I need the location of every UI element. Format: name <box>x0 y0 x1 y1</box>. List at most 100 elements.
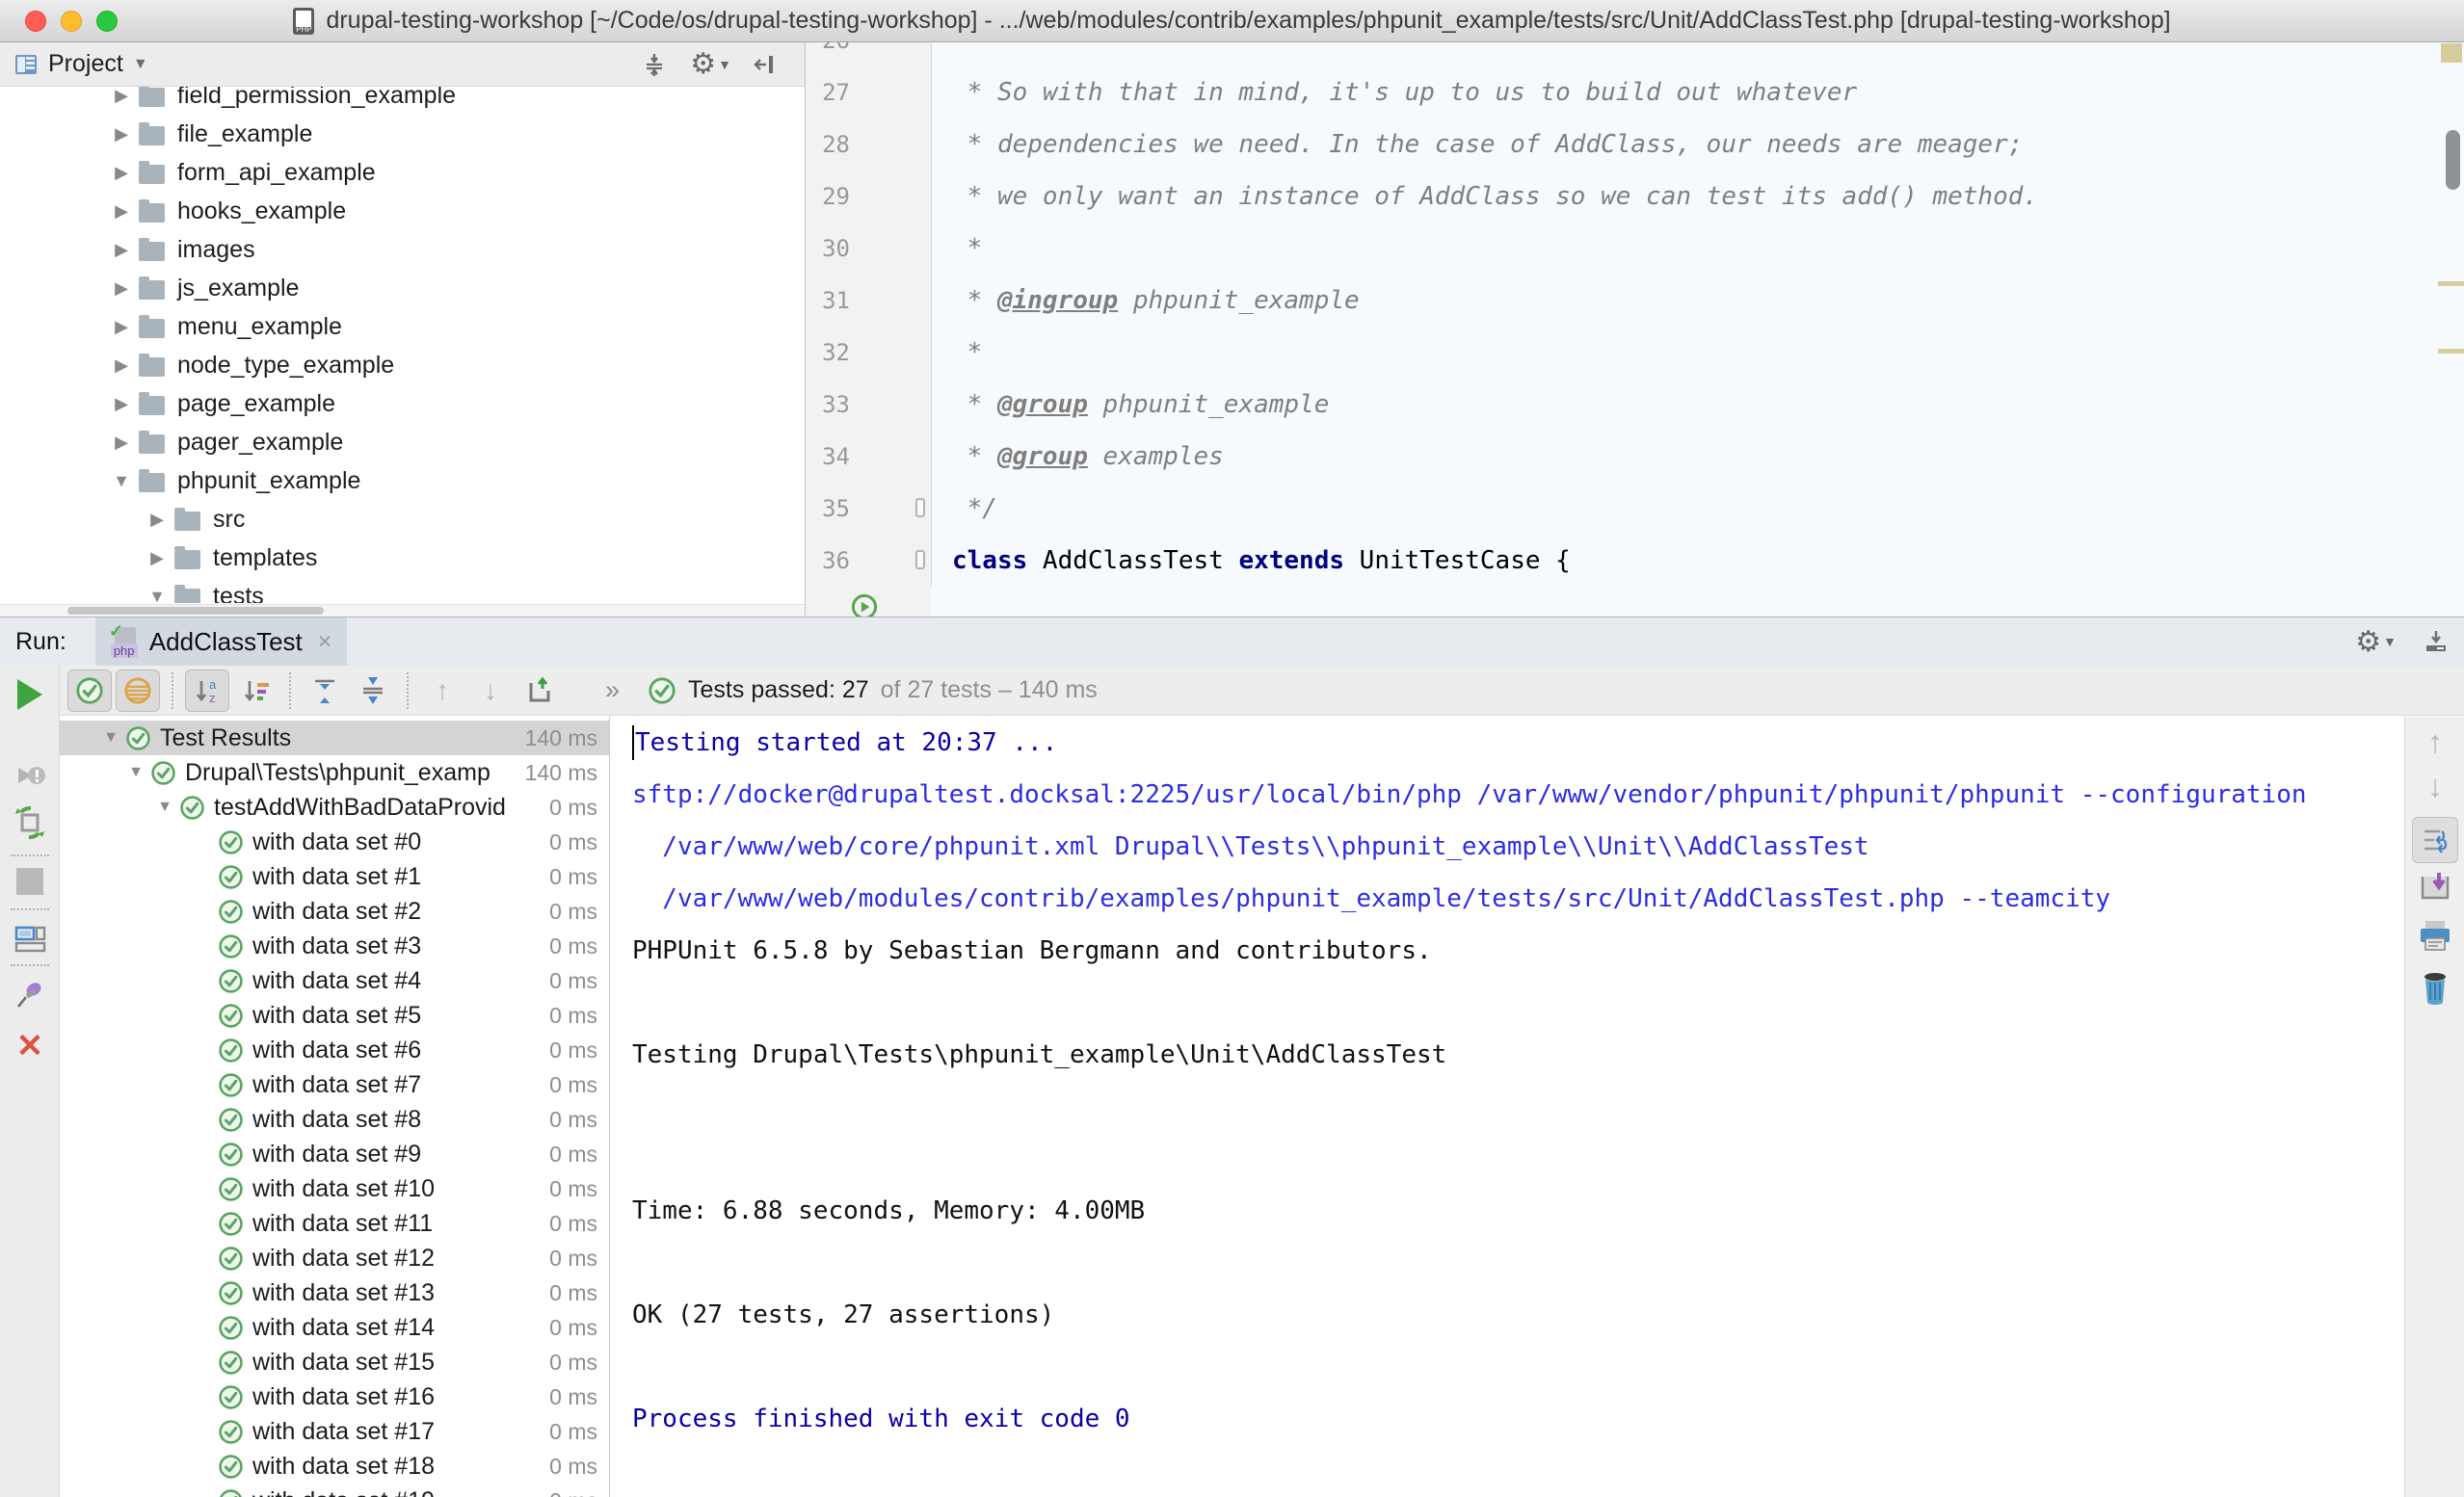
test-tree-row-with-data-set-16[interactable]: with data set #160 ms <box>60 1379 609 1414</box>
rerun-play-icon[interactable] <box>17 679 42 710</box>
collapse-all-button[interactable] <box>351 670 395 712</box>
chevron-right-icon[interactable]: ▶ <box>104 394 139 414</box>
editor-line-30[interactable]: 30 * <box>806 223 2464 275</box>
editor-line-29[interactable]: 29 * we only want an instance of AddClas… <box>806 171 2464 223</box>
project-tree-item-page-example[interactable]: ▶page_example <box>0 384 799 423</box>
run-test-gutter-icon[interactable] <box>850 592 879 617</box>
test-tree-row-with-data-set-11[interactable]: with data set #110 ms <box>60 1206 609 1241</box>
editor-line-32[interactable]: 32 * <box>806 327 2464 379</box>
close-icon[interactable]: ✕ <box>16 1030 44 1063</box>
hide-panel-icon[interactable] <box>753 50 782 79</box>
expand-all-button[interactable] <box>303 670 347 712</box>
previous-occurrence-button[interactable]: ↑ <box>420 670 464 712</box>
stop-icon[interactable] <box>16 868 43 895</box>
rerun-failed-tests-icon[interactable] <box>13 758 47 793</box>
project-tree-item-menu-example[interactable]: ▶menu_example <box>0 307 799 346</box>
chevron-right-icon[interactable]: ▶ <box>104 317 139 337</box>
test-tree-row-with-data-set-0[interactable]: with data set #00 ms <box>60 825 609 859</box>
warning-stripe-marker[interactable] <box>2441 43 2462 63</box>
project-tree-item-form-api-example[interactable]: ▶form_api_example <box>0 153 799 192</box>
test-tree-row-with-data-set-6[interactable]: with data set #60 ms <box>60 1033 609 1067</box>
test-tree-row-with-data-set-18[interactable]: with data set #180 ms <box>60 1449 609 1484</box>
down-stack-icon[interactable]: ↓ <box>2427 769 2443 804</box>
minimize-window-button[interactable] <box>61 11 82 32</box>
code-editor[interactable]: 2627 * So with that in mind, it's up to … <box>806 42 2464 617</box>
show-passed-toggle[interactable] <box>67 670 112 712</box>
soft-wrap-toggle[interactable] <box>2412 817 2458 863</box>
editor-line-34[interactable]: 34 * @group examples <box>806 431 2464 483</box>
sort-alphabetically-toggle[interactable]: a z <box>185 670 229 712</box>
project-tree-item-pager-example[interactable]: ▶pager_example <box>0 423 799 461</box>
chevron-down-icon[interactable]: ▼ <box>121 764 150 781</box>
chevron-right-icon[interactable]: ▶ <box>104 355 139 376</box>
import-export-results-button[interactable] <box>517 670 561 712</box>
test-tree-row-with-data-set-12[interactable]: with data set #120 ms <box>60 1241 609 1275</box>
test-tree-row-test-results[interactable]: ▼ Test Results140 ms <box>60 721 609 755</box>
chevron-right-icon[interactable]: ▶ <box>104 163 139 183</box>
test-tree-row-drupal-tests-phpunit-examp[interactable]: ▼ Drupal\Tests\phpunit_examp140 ms <box>60 755 609 790</box>
next-occurrence-button[interactable]: ↓ <box>468 670 513 712</box>
chevron-right-icon[interactable]: ▶ <box>104 87 139 106</box>
close-window-button[interactable] <box>25 11 46 32</box>
test-tree-row-with-data-set-4[interactable]: with data set #40 ms <box>60 963 609 998</box>
test-tree-row-with-data-set-10[interactable]: with data set #100 ms <box>60 1171 609 1206</box>
dock-pinned-icon[interactable] <box>2422 627 2451 656</box>
test-tree-row-with-data-set-3[interactable]: with data set #30 ms <box>60 929 609 963</box>
sort-by-duration-toggle[interactable] <box>233 670 278 712</box>
warning-stripe-marker[interactable] <box>2438 349 2464 354</box>
pin-tab-icon[interactable] <box>13 978 47 1012</box>
test-tree-row-with-data-set-15[interactable]: with data set #150 ms <box>60 1345 609 1379</box>
editor-line-27[interactable]: 27 * So with that in mind, it's up to us… <box>806 66 2464 118</box>
chevron-right-icon[interactable]: ▶ <box>104 240 139 260</box>
chevron-right-icon[interactable]: ▶ <box>104 278 139 299</box>
test-tree-row-with-data-set-7[interactable]: with data set #70 ms <box>60 1067 609 1102</box>
chevron-down-icon[interactable]: ▼ <box>104 471 139 491</box>
overflow-chevrons-icon[interactable]: » <box>605 675 623 705</box>
test-tree-row-with-data-set-17[interactable]: with data set #170 ms <box>60 1414 609 1449</box>
project-tree-item-js-example[interactable]: ▶js_example <box>0 269 799 307</box>
test-tree-row-with-data-set-14[interactable]: with data set #140 ms <box>60 1310 609 1345</box>
collapse-all-icon[interactable] <box>640 50 669 79</box>
test-tree-row-with-data-set-5[interactable]: with data set #50 ms <box>60 998 609 1033</box>
test-tree-row-with-data-set-13[interactable]: with data set #130 ms <box>60 1275 609 1310</box>
project-settings-group[interactable]: ⚙ ▼ <box>690 47 731 81</box>
chevron-right-icon[interactable]: ▶ <box>140 548 174 568</box>
restore-layout-icon[interactable] <box>13 922 47 957</box>
chevron-down-icon[interactable]: ▼ <box>96 729 125 747</box>
project-panel-title[interactable]: Project <box>48 50 123 78</box>
project-tree-item-hooks-example[interactable]: ▶hooks_example <box>0 192 799 230</box>
project-horizontal-scrollbar[interactable] <box>0 604 805 617</box>
editor-line-35[interactable]: 35 */ <box>806 483 2464 535</box>
close-tab-icon[interactable]: × <box>318 628 332 656</box>
project-tree-item-node-type-example[interactable]: ▶node_type_example <box>0 346 799 384</box>
run-tab-addclasstest[interactable]: ✓ php AddClassTest × <box>95 617 348 666</box>
test-tree-row-with-data-set-1[interactable]: with data set #10 ms <box>60 859 609 894</box>
test-tree-row-with-data-set-8[interactable]: with data set #80 ms <box>60 1102 609 1137</box>
test-tree-row-with-data-set-2[interactable]: with data set #20 ms <box>60 894 609 929</box>
up-stack-icon[interactable]: ↑ <box>2427 724 2443 760</box>
project-tree-item-templates[interactable]: ▶templates <box>0 538 799 577</box>
settings-gear-icon[interactable]: ⚙ <box>690 47 716 81</box>
project-tree-item-tests[interactable]: ▼tests <box>0 577 799 603</box>
scrollbar-thumb[interactable] <box>67 607 324 615</box>
chevron-down-icon[interactable]: ▼ <box>140 587 174 604</box>
project-tree-item-field-permission-example[interactable]: ▶field_permission_example <box>0 87 799 115</box>
editor-line-33[interactable]: 33 * @group phpunit_example <box>806 379 2464 431</box>
show-ignored-toggle[interactable] <box>116 670 160 712</box>
scroll-to-end-icon[interactable] <box>2418 869 2452 904</box>
editor-line-36[interactable]: 36 class AddClassTest extends UnitTestCa… <box>806 535 2464 587</box>
test-tree-row-testaddwithbaddataprovid[interactable]: ▼ testAddWithBadDataProvid0 ms <box>60 790 609 825</box>
rerun-auto-icon[interactable] <box>12 804 48 841</box>
run-console[interactable]: Testing started at 20:37 ...sftp://docke… <box>611 717 2404 1497</box>
settings-gear-icon[interactable]: ⚙ <box>2355 625 2381 659</box>
test-tree-row-with-data-set-9[interactable]: with data set #90 ms <box>60 1137 609 1171</box>
editor-scrollbar-thumb[interactable] <box>2446 130 2460 190</box>
editor-line-31[interactable]: 31 * @ingroup phpunit_example <box>806 275 2464 327</box>
editor-line-28[interactable]: 28 * dependencies we need. In the case o… <box>806 118 2464 171</box>
clear-all-icon[interactable] <box>2418 969 2452 1006</box>
fold-marker-icon[interactable] <box>915 498 925 517</box>
chevron-right-icon[interactable]: ▶ <box>104 433 139 453</box>
warning-stripe-marker[interactable] <box>2438 281 2464 286</box>
project-tree-item-file-example[interactable]: ▶file_example <box>0 115 799 153</box>
chevron-down-icon[interactable]: ▼ <box>150 799 179 816</box>
